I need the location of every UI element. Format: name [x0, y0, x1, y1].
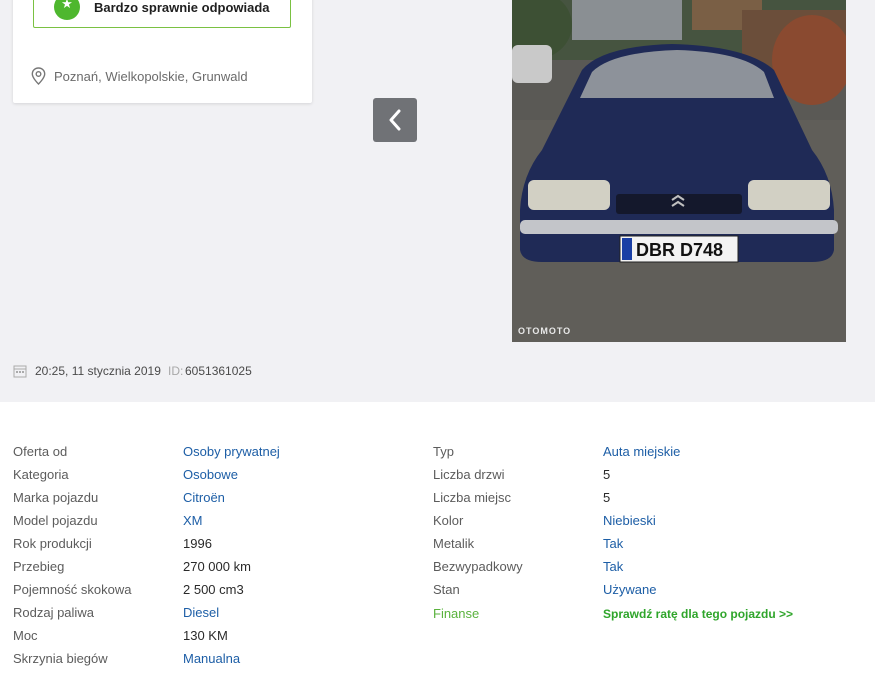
param-label-moc: Moc [13, 628, 38, 643]
param-label-drzwi: Liczba drzwi [433, 467, 505, 482]
listing-header-area: ★ Bardzo sprawnie odpowiada Poznań, Wiel… [0, 0, 875, 402]
param-label-przebieg: Przebieg [13, 559, 65, 574]
param-value-rok: 1996 [183, 536, 212, 551]
param-label-miejsc: Liczba miejsc [433, 490, 512, 505]
param-value-drzwi: 5 [603, 467, 611, 482]
param-value-kolor[interactable]: Niebieski [603, 511, 656, 531]
chevron-left-icon [389, 109, 401, 131]
param-value-pojemnosc: 2 500 cm3 [183, 582, 244, 597]
parameters-table: Oferta od Osoby prywatnej Kategoria Osob… [0, 402, 875, 680]
param-value-marka[interactable]: Citroën [183, 488, 225, 508]
param-value-oferta-od[interactable]: Osoby prywatnej [183, 442, 280, 462]
param-label-paliwo: Rodzaj paliwa [13, 605, 94, 620]
param-value-paliwo[interactable]: Diesel [183, 603, 219, 623]
response-badge: ★ Bardzo sprawnie odpowiada [33, 0, 291, 28]
param-label-marka: Marka pojazdu [13, 490, 99, 505]
finance-check-link[interactable]: Sprawdź ratę dla tego pojazdu >> [603, 604, 793, 624]
param-value-model[interactable]: XM [183, 511, 203, 531]
gallery-prev-button[interactable] [373, 98, 417, 142]
param-label-pojemnosc: Pojemność skokowa [13, 582, 132, 597]
param-label-rok: Rok produkcji [13, 536, 92, 551]
response-badge-label: Bardzo sprawnie odpowiada [94, 0, 270, 15]
param-value-przebieg: 270 000 km [183, 559, 251, 574]
param-value-kategoria[interactable]: Osobowe [183, 465, 238, 485]
star-badge-icon: ★ [54, 0, 80, 20]
listing-id-label: ID: [168, 364, 184, 378]
param-value-moc: 130 KM [183, 628, 228, 643]
param-label-kategoria: Kategoria [13, 467, 69, 482]
param-label-bezwypadkowy: Bezwypadkowy [433, 559, 523, 574]
param-label-skrzynia: Skrzynia biegów [13, 651, 108, 666]
param-label-finanse: Finanse [433, 606, 480, 621]
listing-id: 6051361025 [185, 364, 252, 378]
param-label-typ: Typ [433, 444, 454, 459]
param-value-metalik[interactable]: Tak [603, 534, 623, 554]
location-pin-icon [31, 67, 46, 85]
calendar-icon [13, 365, 27, 378]
param-label-model: Model pojazdu [13, 513, 98, 528]
param-value-typ[interactable]: Auta miejskie [603, 442, 680, 462]
car-photo: DBR D748 OTOMOTO [512, 0, 846, 342]
param-label-kolor: Kolor [433, 513, 464, 528]
photo-watermark: OTOMOTO [518, 326, 571, 336]
param-label-metalik: Metalik [433, 536, 475, 551]
listing-photo[interactable]: DBR D748 OTOMOTO [512, 0, 846, 342]
seller-location[interactable]: Poznań, Wielkopolskie, Grunwald [54, 69, 248, 84]
param-label-oferta-od: Oferta od [13, 444, 68, 459]
param-value-miejsc: 5 [603, 490, 611, 505]
listing-date: 20:25, 11 stycznia 2019 [35, 364, 161, 378]
license-plate-text: DBR D748 [636, 240, 723, 260]
param-value-stan[interactable]: Używane [603, 580, 656, 600]
param-value-skrzynia[interactable]: Manualna [183, 649, 240, 669]
param-value-bezwypadkowy[interactable]: Tak [603, 557, 623, 577]
param-label-stan: Stan [433, 582, 460, 597]
seller-card: ★ Bardzo sprawnie odpowiada Poznań, Wiel… [13, 0, 312, 103]
